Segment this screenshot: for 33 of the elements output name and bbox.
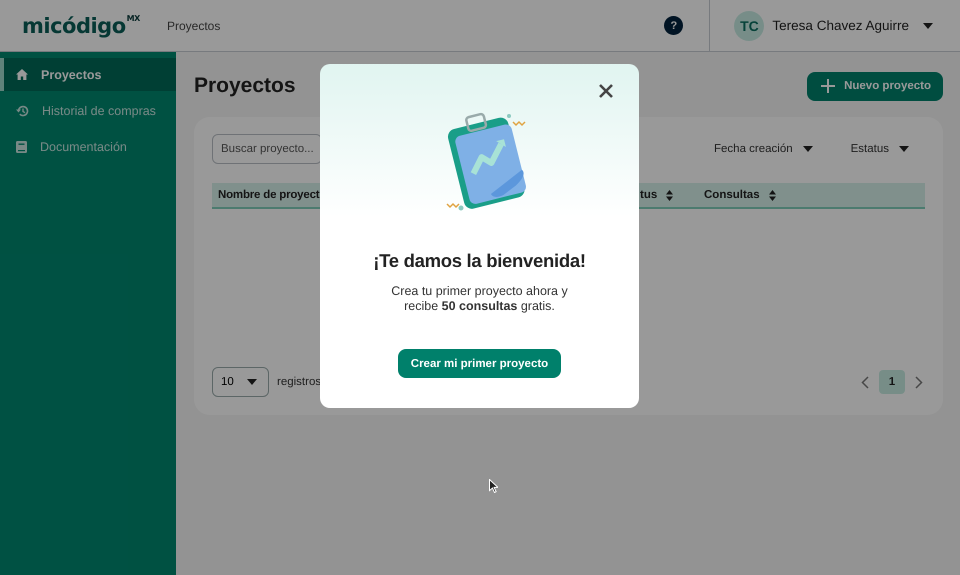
search-field[interactable]: Buscar proyecto... bbox=[212, 134, 322, 164]
dialog-title: ¡Te damos la bienvenida! bbox=[373, 250, 586, 272]
history-icon bbox=[16, 104, 29, 116]
sort-icon[interactable] bbox=[768, 190, 776, 200]
caret-icon bbox=[899, 146, 909, 152]
new-project-button[interactable]: Nuevo proyecto bbox=[807, 72, 943, 100]
dialog-message: Crea tu primer proyecto ahora y recibe 50 consultas gratis. bbox=[390, 284, 569, 314]
previous-page-icon[interactable] bbox=[861, 376, 869, 388]
home-icon bbox=[16, 69, 28, 80]
sidebar-item[interactable]: Proyectos bbox=[0, 58, 176, 91]
filter-dropdown[interactable]: Estatus bbox=[850, 143, 909, 155]
create-project-button[interactable]: Crear mi primer proyecto bbox=[398, 349, 562, 378]
records-label: registros bbox=[277, 376, 322, 388]
caret-icon[interactable] bbox=[923, 22, 933, 28]
next-page-icon[interactable] bbox=[915, 376, 923, 388]
caret-icon bbox=[247, 379, 257, 385]
filter-dropdown[interactable]: Fecha creación bbox=[714, 143, 813, 155]
logo[interactable]: micódigo$^{MX}$ bbox=[22, 14, 145, 38]
book-icon bbox=[16, 140, 27, 152]
page-title: Proyectos bbox=[194, 74, 296, 98]
page-size-select[interactable]: 10 bbox=[212, 367, 269, 397]
column-header[interactable]: tus bbox=[640, 189, 704, 201]
page-button[interactable]: 1 bbox=[879, 370, 905, 394]
close-icon[interactable] bbox=[599, 84, 613, 98]
user-avatar: TC bbox=[734, 10, 764, 40]
cursor-icon bbox=[489, 479, 498, 493]
sort-icon[interactable] bbox=[666, 190, 674, 200]
plus-icon bbox=[821, 79, 836, 93]
user-name[interactable]: Teresa Chavez Aguirre bbox=[772, 18, 909, 33]
help-button[interactable]: ? bbox=[664, 16, 684, 35]
breadcrumb[interactable]: Proyectos bbox=[167, 18, 220, 32]
caret-icon bbox=[802, 146, 813, 152]
column-header[interactable]: Consultas bbox=[704, 189, 776, 201]
